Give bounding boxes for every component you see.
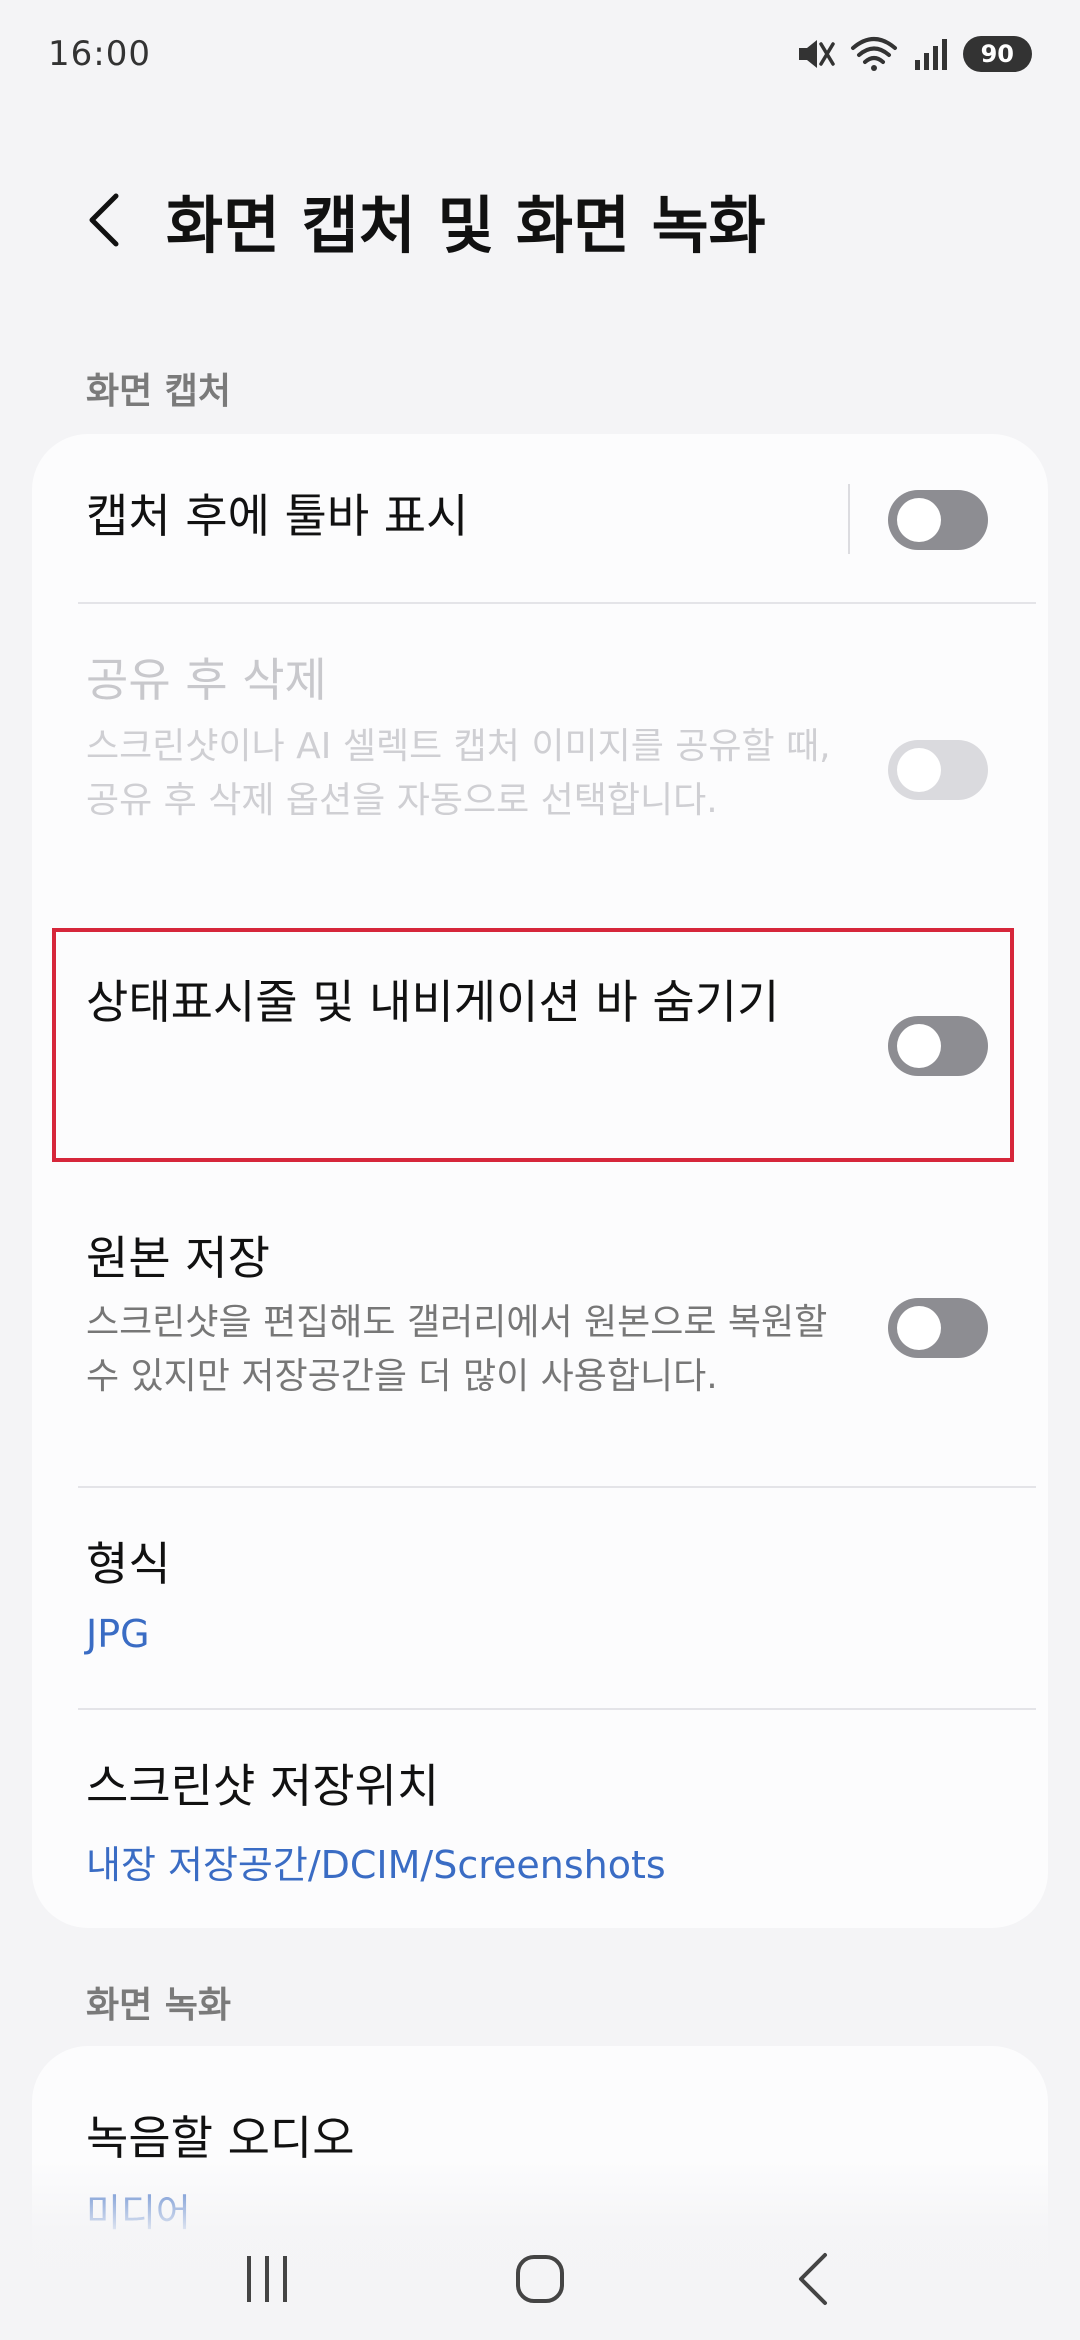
wifi-icon [849, 36, 899, 72]
setting-description: 스크린샷을 편집해도 갤러리에서 원본으로 복원할 수 있지만 저장공간을 더 … [86, 1302, 828, 1397]
setting-hide-bars[interactable]: 상태표시줄 및 내비게이션 바 숨기기 [32, 928, 1048, 1162]
delete-after-share-toggle[interactable] [888, 740, 988, 800]
toolbar-toggle[interactable] [888, 490, 988, 550]
page-title: 화면 캡처 및 화면 녹화 [166, 189, 766, 262]
toggle-knob [897, 1306, 941, 1350]
hide-bars-toggle[interactable] [888, 1016, 988, 1076]
recents-icon [246, 2256, 287, 2302]
header: 화면 캡처 및 화면 녹화 [0, 170, 1080, 270]
navigation-bar [0, 2214, 1080, 2340]
status-bar: 16:00 90 [0, 0, 1080, 108]
setting-screenshot-location[interactable]: 스크린샷 저장위치 내장 저장공간/DCIM/Screenshots [32, 1710, 1048, 1928]
setting-delete-after-share[interactable]: 공유 후 삭제 스크린샷이나 AI 셀렉트 캡처 이미지를 공유할 때, 공유 … [32, 604, 1048, 904]
back-button[interactable] [64, 180, 144, 260]
battery-indicator: 90 [962, 36, 1032, 72]
setting-format[interactable]: 형식 JPG [32, 1488, 1048, 1708]
setting-value: JPG [86, 1612, 150, 1656]
nav-back-icon [799, 2253, 828, 2305]
home-icon [515, 2255, 564, 2303]
signal-icon [913, 36, 949, 72]
setting-title: 상태표시줄 및 내비게이션 바 숨기기 [86, 975, 780, 1029]
setting-title: 스크린샷 저장위치 [86, 1759, 440, 1813]
capture-settings-card: 캡처 후에 툴바 표시 공유 후 삭제 스크린샷이나 AI 셀렉트 캡처 이미지… [32, 434, 1048, 1928]
setting-title: 녹음할 오디오 [86, 2111, 355, 2165]
mute-icon [795, 36, 835, 72]
recents-button[interactable] [217, 2244, 317, 2314]
section-label-recording: 화면 녹화 [86, 1985, 232, 2026]
toggle-knob [897, 1024, 941, 1068]
setting-title: 캡처 후에 툴바 표시 [86, 489, 469, 543]
setting-toolbar-after-capture[interactable]: 캡처 후에 툴바 표시 [32, 434, 1048, 604]
settings-screen: 16:00 90 화면 캡처 및 화면 녹화 화면 캡처 캡처 후에 툴바 표시… [0, 0, 1080, 2340]
status-time: 16:00 [48, 34, 151, 74]
setting-title: 형식 [86, 1537, 171, 1591]
nav-back-button[interactable] [763, 2244, 863, 2314]
toggle-knob [897, 748, 941, 792]
chevron-left-icon [89, 193, 119, 247]
toggle-knob [897, 498, 941, 542]
setting-title: 공유 후 삭제 [86, 653, 327, 707]
setting-save-original[interactable]: 원본 저장 스크린샷을 편집해도 갤러리에서 원본으로 복원할 수 있지만 저장… [32, 1186, 1048, 1476]
home-button[interactable] [490, 2244, 590, 2314]
setting-value: 내장 저장공간/DCIM/Screenshots [86, 1843, 666, 1887]
save-original-toggle[interactable] [888, 1298, 988, 1358]
section-label-capture: 화면 캡처 [86, 371, 232, 412]
divider-vertical [848, 484, 850, 554]
setting-description: 스크린샷이나 AI 셀렉트 캡처 이미지를 공유할 때, 공유 후 삭제 옵션을… [86, 726, 831, 821]
setting-title: 원본 저장 [86, 1231, 270, 1285]
status-icons: 90 [795, 36, 1032, 72]
